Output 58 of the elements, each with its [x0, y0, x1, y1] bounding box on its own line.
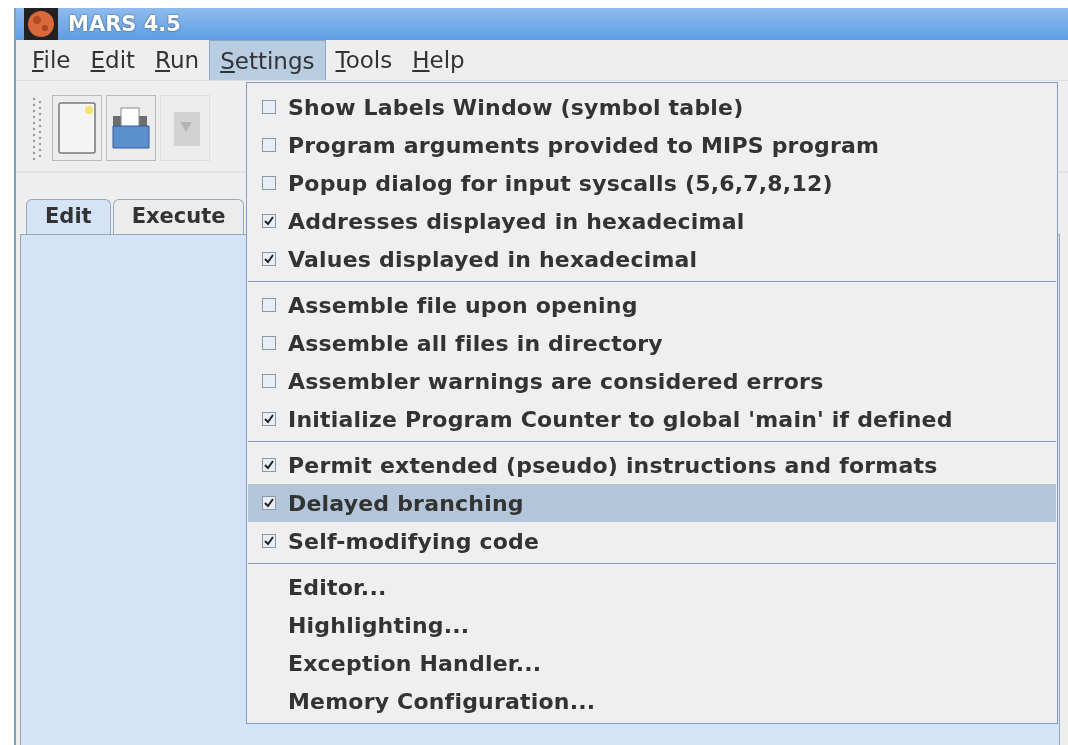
menu-item-label: Exception Handler...	[288, 650, 542, 676]
menu-item[interactable]: File	[22, 40, 81, 80]
menu-item-label: Assembler warnings are considered errors	[288, 368, 824, 394]
menu-item-label: Addresses displayed in hexadecimal	[288, 208, 745, 234]
menu-item[interactable]: Tools	[325, 40, 403, 80]
checkbox[interactable]	[262, 100, 276, 114]
menu-item-label: Assemble all files in directory	[288, 330, 663, 356]
checkbox[interactable]	[262, 176, 276, 190]
checkbox[interactable]	[262, 496, 276, 510]
menu-item[interactable]: Permit extended (pseudo) instructions and formats	[248, 446, 1056, 484]
open-file-button[interactable]	[106, 95, 156, 161]
menu-item[interactable]: Assembler warnings are considered errors	[248, 362, 1056, 400]
menu-item-label: Delayed branching	[288, 490, 524, 516]
menu-item[interactable]: Delayed branching	[248, 484, 1056, 522]
menu-item[interactable]: Editor...	[248, 568, 1056, 606]
planet-icon	[24, 8, 58, 40]
checkbox[interactable]	[262, 298, 276, 312]
checkbox[interactable]	[262, 138, 276, 152]
tab[interactable]: Edit	[26, 199, 111, 234]
menu-item[interactable]: Program arguments provided to MIPS program	[248, 126, 1056, 164]
menu-item-label: Popup dialog for input syscalls (5,6,7,8,12)	[288, 170, 833, 196]
window-title: MARS 4.5	[68, 12, 181, 36]
menu-item-label: Editor...	[288, 574, 387, 600]
menu-item-label: Highlighting...	[288, 612, 470, 638]
menu-item-label: Assemble file upon opening	[288, 292, 638, 318]
menu-item[interactable]: Edit	[80, 40, 146, 80]
tab[interactable]: Execute	[112, 199, 245, 234]
checkbox[interactable]	[262, 412, 276, 426]
menu-item[interactable]: Initialize Program Counter to global 'main' if defined	[248, 400, 1056, 438]
menu-item-label: Self-modifying code	[288, 528, 540, 554]
menu-item-label: Values displayed in hexadecimal	[288, 246, 698, 272]
menu-item-label: Memory Configuration...	[288, 688, 596, 714]
menu-item-label: Show Labels Window (symbol table)	[288, 94, 744, 120]
menu-item[interactable]: Highlighting...	[248, 606, 1056, 644]
menu-item[interactable]: Assemble all files in directory	[248, 324, 1056, 362]
checkbox[interactable]	[262, 458, 276, 472]
checkbox[interactable]	[262, 336, 276, 350]
menu-item[interactable]: Assemble file upon opening	[248, 286, 1056, 324]
menu-item-label: Initialize Program Counter to global 'main' if defined	[288, 406, 953, 432]
menu-item[interactable]: Popup dialog for input syscalls (5,6,7,8,12)	[248, 164, 1056, 202]
menu-item[interactable]: Help	[402, 40, 475, 80]
menu-item[interactable]: Addresses displayed in hexadecimal	[248, 202, 1056, 240]
new-file-button[interactable]	[52, 95, 102, 161]
menu-item[interactable]: Values displayed in hexadecimal	[248, 240, 1056, 278]
menu-item-label: Program arguments provided to MIPS program	[288, 132, 880, 158]
menu-item[interactable]: Self-modifying code	[248, 522, 1056, 560]
new-file-icon	[58, 102, 96, 154]
menu-item-label: Permit extended (pseudo) instructions and formats	[288, 452, 938, 478]
folder-icon	[111, 106, 151, 150]
menu-item[interactable]: Exception Handler...	[248, 644, 1056, 682]
checkbox[interactable]	[262, 214, 276, 228]
checkbox[interactable]	[262, 374, 276, 388]
checkbox[interactable]	[262, 252, 276, 266]
menu-item[interactable]: Run	[145, 40, 210, 80]
checkbox[interactable]	[262, 534, 276, 548]
menu-item[interactable]: Memory Configuration...	[248, 682, 1056, 720]
menu-item[interactable]: Show Labels Window (symbol table)	[248, 88, 1056, 126]
menu-item[interactable]: Settings	[209, 40, 326, 80]
